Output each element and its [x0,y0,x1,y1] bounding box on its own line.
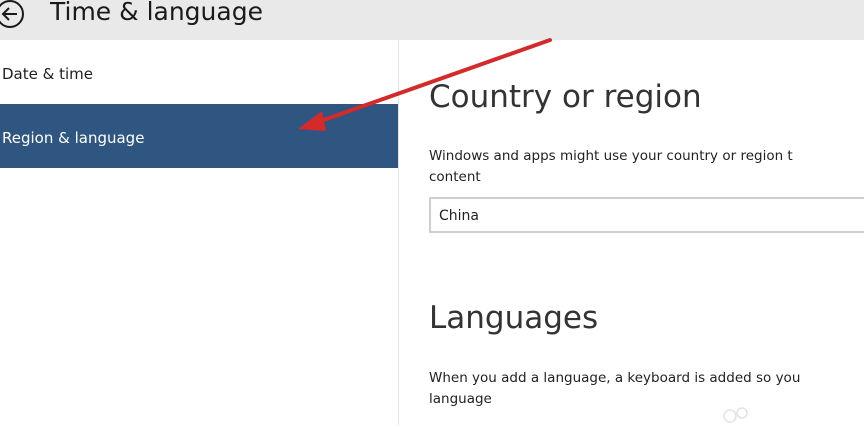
page-title: Time & language [50,0,263,26]
languages-description: When you add a language, a keyboard is a… [429,368,864,410]
languages-description-line2: language [429,391,492,407]
sidebar-item-date-time[interactable]: Date & time [0,40,398,104]
country-region-select[interactable]: China [429,197,864,233]
country-region-heading: Country or region [429,79,702,115]
country-region-description: Windows and apps might use your country … [429,146,864,188]
main-content: Country or region Windows and apps might… [398,40,864,425]
sidebar-item-region-language[interactable]: Region & language [0,104,398,168]
country-region-description-line2: content [429,169,481,185]
title-bar: Time & language [0,0,864,40]
country-region-description-line1: Windows and apps might use your country … [429,148,793,164]
sidebar-item-label: Region & language [2,129,145,147]
country-region-selected-value: China [439,208,479,224]
watermark-icon [723,407,748,423]
languages-description-line1: When you add a language, a keyboard is a… [429,370,801,386]
sidebar-item-label: Date & time [2,65,93,83]
sidebar: Date & time Region & language [0,40,398,425]
back-arrow-icon [0,0,24,28]
languages-heading: Languages [429,300,599,336]
back-button[interactable] [0,0,34,32]
